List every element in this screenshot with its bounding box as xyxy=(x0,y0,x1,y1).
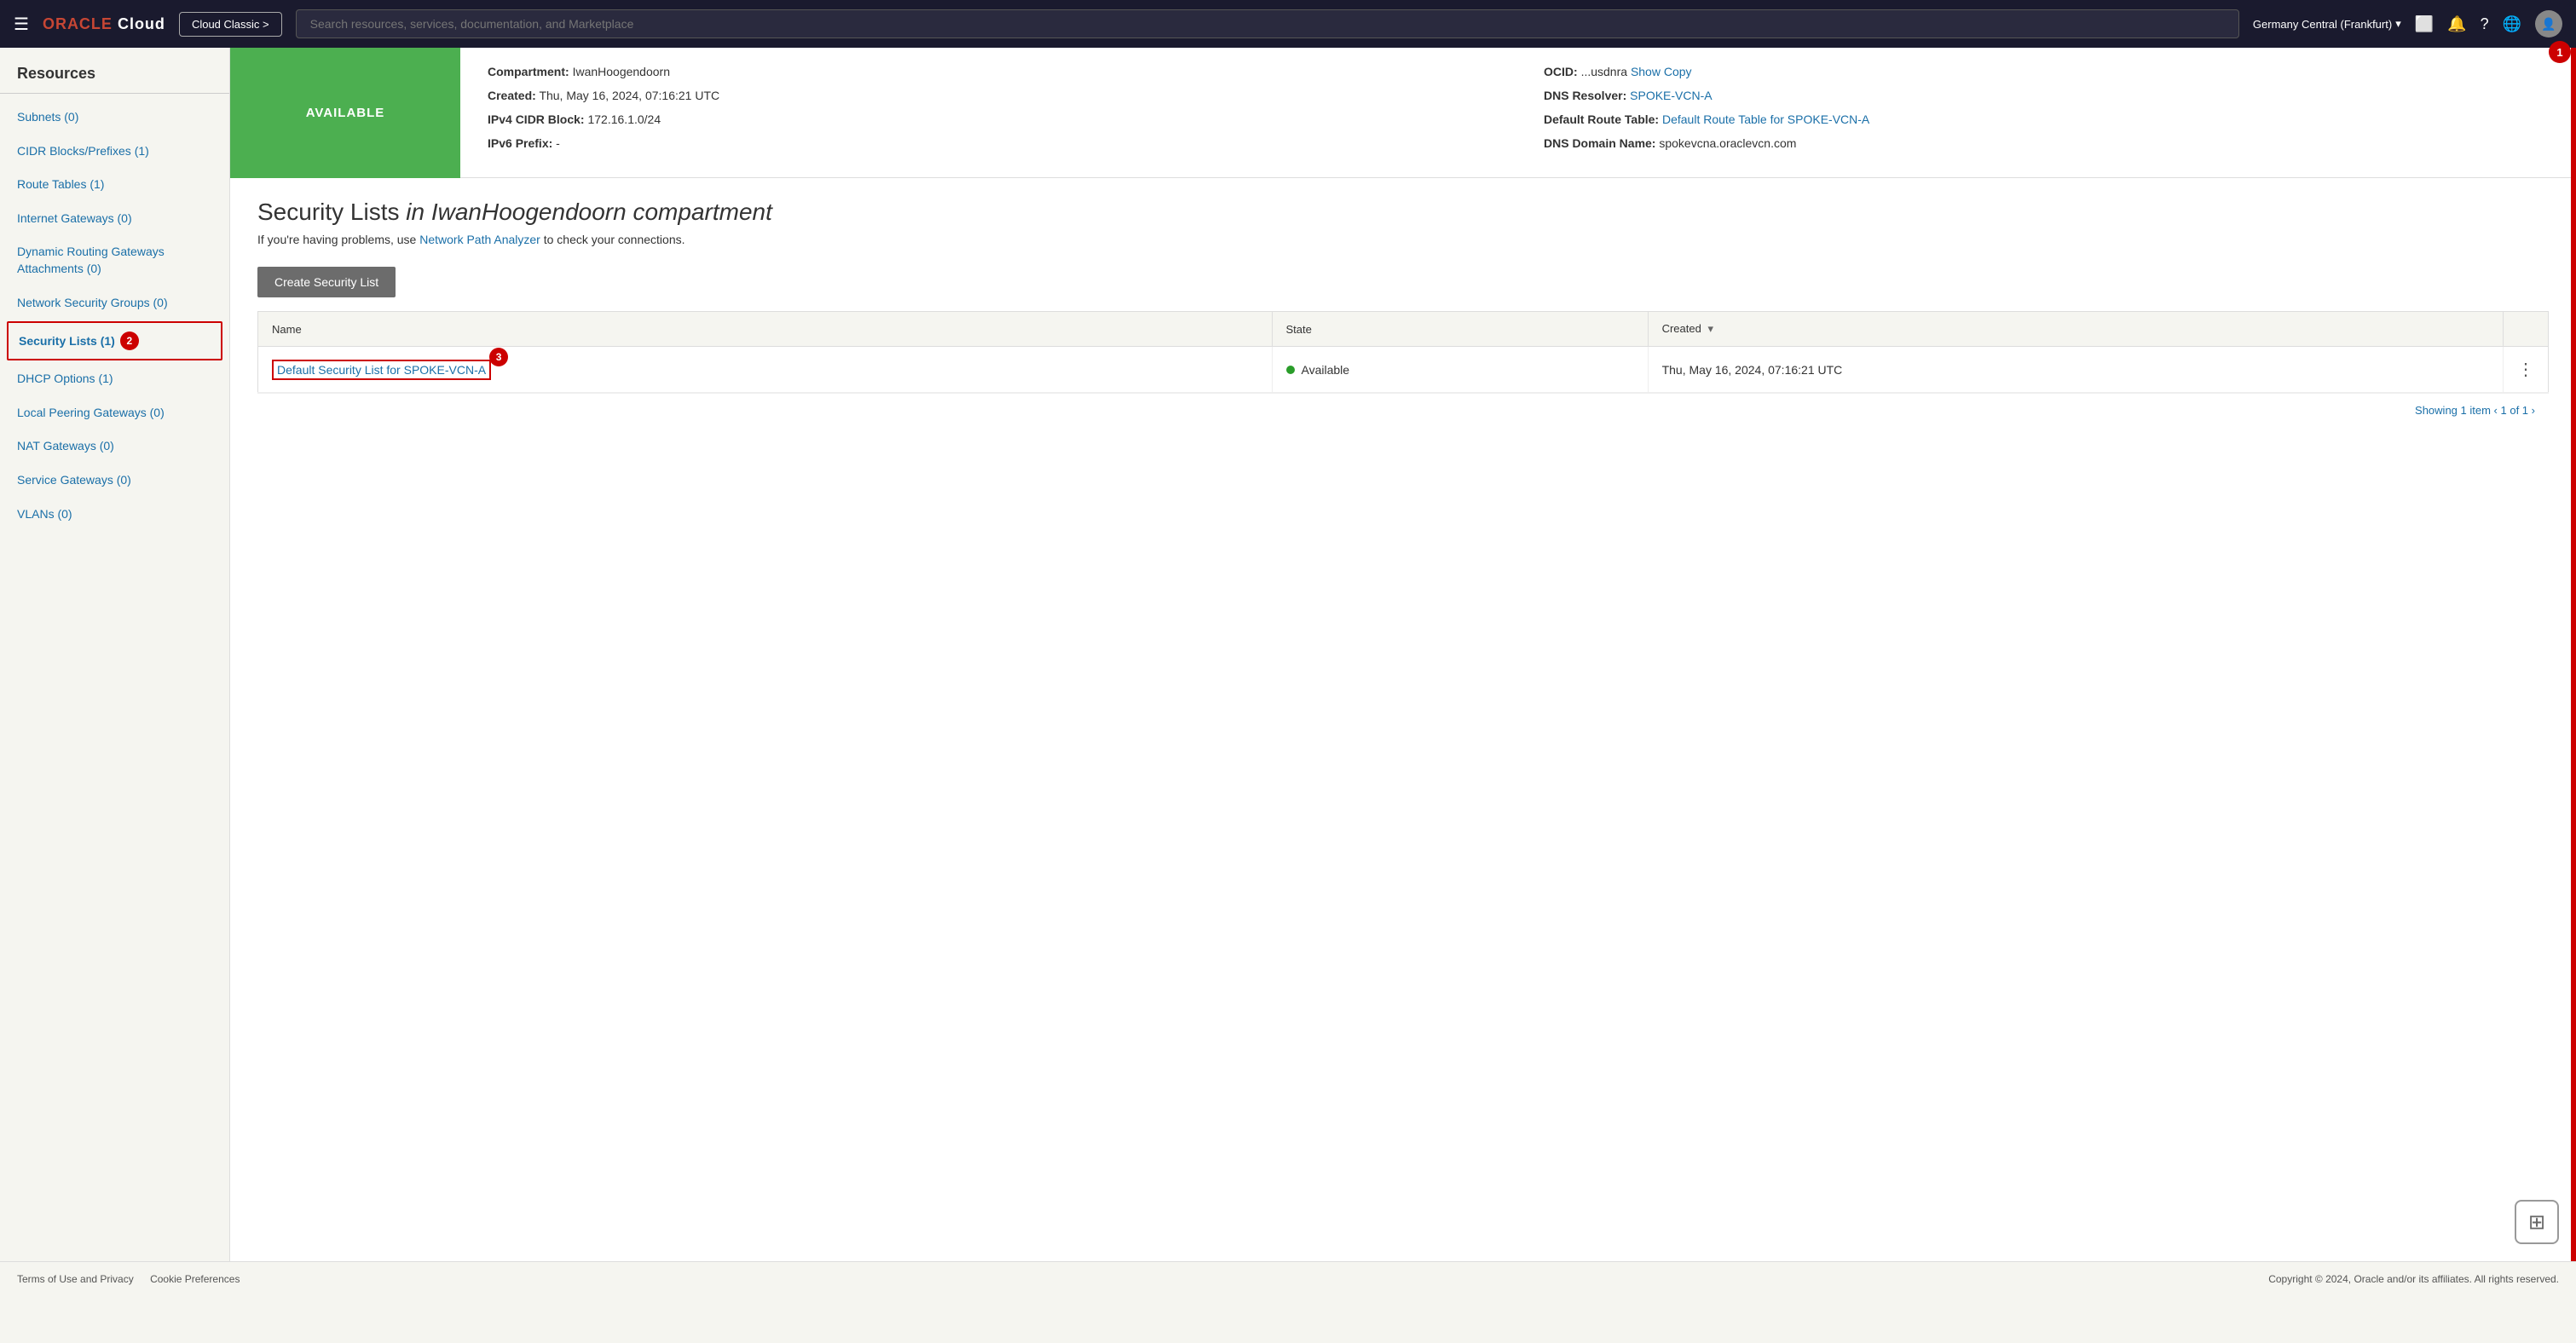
sidebar-item-cidr[interactable]: CIDR Blocks/Prefixes (1) xyxy=(0,135,229,169)
section-subtext: If you're having problems, use Network P… xyxy=(257,233,2549,246)
ipv4-row: IPv4 CIDR Block: 172.16.1.0/24 xyxy=(488,112,1493,126)
help-icon[interactable]: ? xyxy=(2481,15,2489,33)
show-link[interactable]: Show xyxy=(1631,65,1661,78)
table-row: Default Security List for SPOKE-VCN-A 3 … xyxy=(258,347,2549,393)
sidebar-item-nat[interactable]: NAT Gateways (0) xyxy=(0,429,229,464)
sidebar-title: Resources xyxy=(0,65,229,94)
info-right: OCID: ...usdnra Show Copy DNS Resolver: … xyxy=(1544,65,2549,160)
search-input[interactable] xyxy=(296,9,2239,38)
nav-right: Germany Central (Frankfurt) ▾ ⬜ 🔔 ? 🌐 👤 xyxy=(2253,10,2562,37)
table-header-row: Name State Created ▾ xyxy=(258,312,2549,347)
sidebar-item-security-lists-wrapper: Security Lists (1) 2 xyxy=(7,321,222,360)
main-wrapper: Resources Subnets (0) CIDR Blocks/Prefix… xyxy=(0,48,2576,1261)
sidebar-item-dhcp[interactable]: DHCP Options (1) xyxy=(0,362,229,396)
terms-link[interactable]: Terms of Use and Privacy xyxy=(17,1273,134,1285)
pagination-row: Showing 1 item ‹ 1 of 1 › xyxy=(257,393,2549,427)
chevron-down-icon: ▾ xyxy=(2395,17,2401,31)
footer-left: Terms of Use and Privacy Cookie Preferen… xyxy=(17,1273,253,1285)
sidebar-badge: 2 xyxy=(120,331,139,350)
oracle-logo: ORACLE Cloud xyxy=(43,15,165,33)
sidebar-item-internet-gateways[interactable]: Internet Gateways (0) xyxy=(0,202,229,236)
region-selector[interactable]: Germany Central (Frankfurt) ▾ xyxy=(2253,17,2401,31)
dns-domain-row: DNS Domain Name: spokevcna.oraclevcn.com xyxy=(1544,136,2549,150)
available-banner: AVAILABLE xyxy=(230,48,460,178)
available-dot xyxy=(1286,366,1295,374)
pagination-next[interactable]: › xyxy=(2532,404,2535,417)
cookie-link[interactable]: Cookie Preferences xyxy=(150,1273,240,1285)
footer: Terms of Use and Privacy Cookie Preferen… xyxy=(0,1261,2576,1295)
ocid-row: OCID: ...usdnra Show Copy xyxy=(1544,65,2549,78)
compartment-row: Compartment: IwanHoogendoorn xyxy=(488,65,1493,78)
default-route-link[interactable]: Default Route Table for SPOKE-VCN-A xyxy=(1662,112,1869,126)
top-navigation: ☰ ORACLE Cloud Cloud Classic > Germany C… xyxy=(0,0,2576,48)
col-state: State xyxy=(1272,312,1648,347)
copy-link[interactable]: Copy xyxy=(1664,65,1692,78)
section-heading: Security Lists in IwanHoogendoorn compar… xyxy=(230,178,2576,253)
default-route-row: Default Route Table: Default Route Table… xyxy=(1544,112,2549,126)
sidebar-item-drg-attachments[interactable]: Dynamic Routing Gateways Attachments (0) xyxy=(0,235,229,285)
sidebar: Resources Subnets (0) CIDR Blocks/Prefix… xyxy=(0,48,230,1261)
content-area: AVAILABLE Compartment: IwanHoogendoorn C… xyxy=(230,48,2576,1261)
ipv6-row: IPv6 Prefix: - xyxy=(488,136,1493,150)
sidebar-item-security-lists[interactable]: Security Lists (1) 2 xyxy=(9,323,221,359)
dns-resolver-row: DNS Resolver: SPOKE-VCN-A xyxy=(1544,89,2549,102)
cloud-classic-button[interactable]: Cloud Classic > xyxy=(179,12,282,37)
user-avatar[interactable]: 👤 xyxy=(2535,10,2562,37)
col-created: Created ▾ xyxy=(1648,312,2503,347)
sidebar-item-security-lists-label: Security Lists (1) xyxy=(19,334,115,348)
created-cell: Thu, May 16, 2024, 07:16:21 UTC xyxy=(1648,347,2503,393)
name-link-wrapper: Default Security List for SPOKE-VCN-A 3 xyxy=(272,360,491,380)
section-title: Security Lists in IwanHoogendoorn compar… xyxy=(257,199,2549,226)
scroll-indicator-bar xyxy=(2571,48,2576,1261)
created-row: Created: Thu, May 16, 2024, 07:16:21 UTC xyxy=(488,89,1493,102)
help-widget[interactable]: ⊞ xyxy=(2515,1200,2559,1244)
sidebar-item-subnets[interactable]: Subnets (0) xyxy=(0,101,229,135)
security-list-link[interactable]: Default Security List for SPOKE-VCN-A xyxy=(272,360,491,380)
hamburger-menu[interactable]: ☰ xyxy=(14,14,29,35)
footer-copyright: Copyright © 2024, Oracle and/or its affi… xyxy=(2268,1273,2559,1285)
display-icon[interactable]: ⬜ xyxy=(2415,15,2434,33)
help-widget-icon: ⊞ xyxy=(2528,1210,2545,1235)
row-actions-menu[interactable]: ⋮ xyxy=(2517,360,2534,379)
name-cell: Default Security List for SPOKE-VCN-A 3 xyxy=(258,347,1273,393)
pagination-prev[interactable]: ‹ xyxy=(2494,404,2501,417)
name-badge: 3 xyxy=(489,348,508,366)
state-available: Available xyxy=(1286,363,1634,377)
sidebar-item-local-peering[interactable]: Local Peering Gateways (0) xyxy=(0,396,229,430)
col-actions xyxy=(2504,312,2549,347)
sidebar-item-service-gateways[interactable]: Service Gateways (0) xyxy=(0,464,229,498)
dns-resolver-link[interactable]: SPOKE-VCN-A xyxy=(1630,89,1712,102)
state-cell: Available xyxy=(1272,347,1648,393)
table-area: Create Security List Name State Created … xyxy=(230,253,2576,454)
sidebar-item-route-tables[interactable]: Route Tables (1) xyxy=(0,168,229,202)
info-panel: Compartment: IwanHoogendoorn Created: Th… xyxy=(460,48,2576,178)
sort-icon[interactable]: ▾ xyxy=(1707,322,1713,335)
globe-icon[interactable]: 🌐 xyxy=(2503,15,2521,33)
col-name: Name xyxy=(258,312,1273,347)
actions-cell: ⋮ xyxy=(2504,347,2549,393)
create-security-list-button[interactable]: Create Security List xyxy=(257,267,396,297)
sidebar-item-vlans[interactable]: VLANs (0) xyxy=(0,498,229,532)
sidebar-item-nsg[interactable]: Network Security Groups (0) xyxy=(0,286,229,320)
bell-icon[interactable]: 🔔 xyxy=(2447,15,2466,33)
top-section: AVAILABLE Compartment: IwanHoogendoorn C… xyxy=(230,48,2576,178)
network-path-link[interactable]: Network Path Analyzer xyxy=(419,233,540,246)
info-left: Compartment: IwanHoogendoorn Created: Th… xyxy=(488,65,1493,160)
security-lists-table: Name State Created ▾ Default Security xyxy=(257,311,2549,393)
top-badge: 1 xyxy=(2549,41,2571,63)
